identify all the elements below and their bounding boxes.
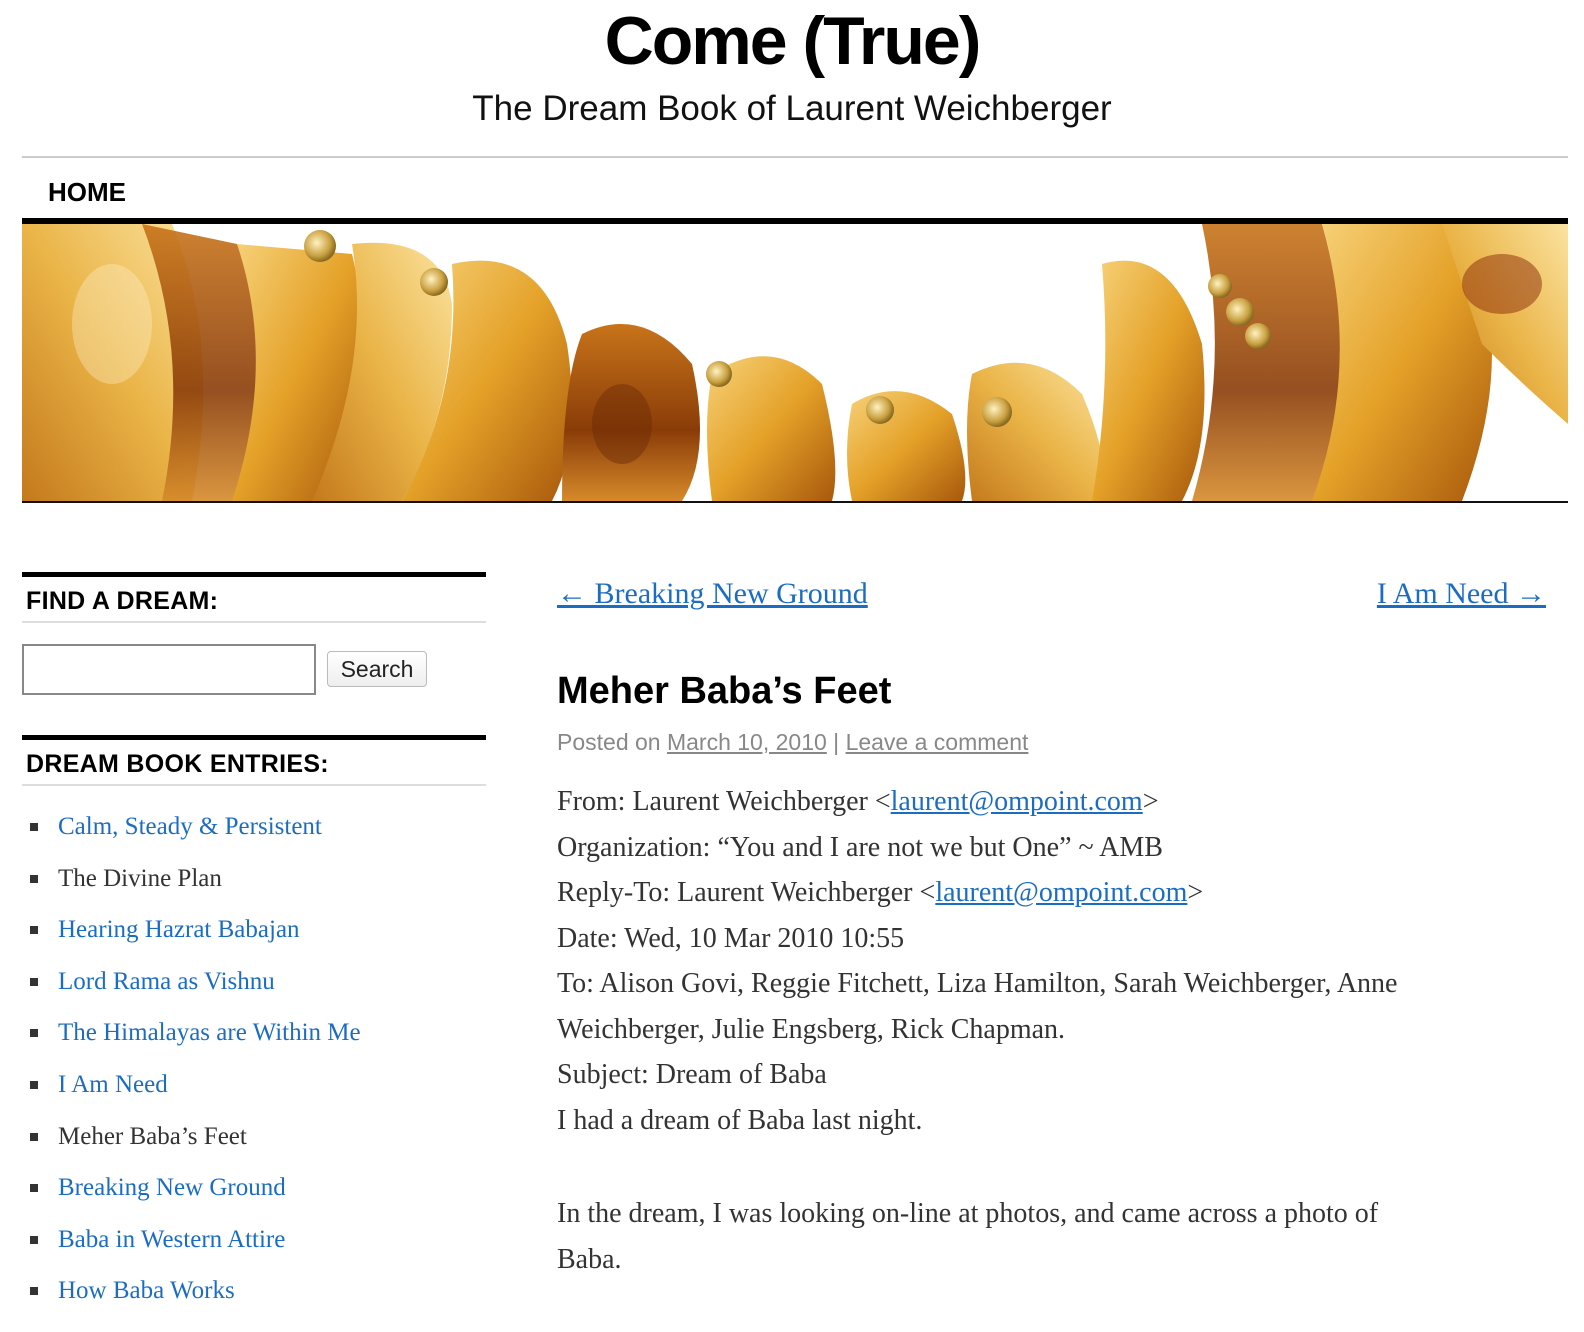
entry-link[interactable]: Breaking New Ground (58, 1174, 286, 1201)
site-title[interactable]: Come (True) (0, 0, 1584, 86)
paragraph-2-line-2: Baba. (557, 1243, 622, 1275)
entry-link[interactable]: Calm, Steady & Persistent (58, 813, 322, 840)
nav-home-link[interactable]: HOME (48, 174, 126, 210)
paragraph-2-line-1: In the dream, I was looking on-line at p… (557, 1198, 1379, 1229)
entry-link[interactable]: The Himalayas are Within Me (58, 1019, 361, 1046)
reply-to-suffix: > (1187, 877, 1204, 908)
meta-separator: | (826, 729, 846, 755)
list-item: Breaking New Ground (22, 1162, 486, 1214)
entry-link[interactable]: Lord Rama as Vishnu (58, 968, 275, 995)
list-item: Hearing Hazrat Babajan (22, 904, 486, 956)
list-item: Lord Rama as Vishnu (22, 956, 486, 1008)
from-suffix: > (1142, 786, 1159, 817)
amber-beads-illustration (22, 224, 1568, 501)
paragraph-1: I had a dream of Baba last night. (557, 1104, 923, 1136)
subject-line: Subject: Dream of Baba (557, 1059, 827, 1090)
bullet-icon (30, 977, 38, 986)
organization-line: Organization: “You and I are not we but … (557, 831, 1163, 863)
header-divider (22, 156, 1568, 158)
search-widget-top-rule (22, 572, 486, 577)
leave-comment-link[interactable]: Leave a comment (846, 729, 1029, 755)
post-date-link[interactable]: March 10, 2010 (667, 729, 827, 755)
post-body: From: Laurent Weichberger <laurent@ompoi… (557, 779, 1487, 1282)
to-line-1: To: Alison Govi, Reggie Fitchett, Liza H… (557, 968, 1398, 999)
banner-image (22, 224, 1568, 503)
bullet-icon (30, 874, 38, 883)
dream-entries-list: Calm, Steady & Persistent The Divine Pla… (22, 801, 486, 1317)
from-line: From: Laurent Weichberger <laurent@ompoi… (557, 779, 1487, 825)
from-text: From: Laurent Weichberger < (557, 786, 891, 817)
bullet-icon (30, 823, 38, 831)
entry-link[interactable]: How Baba Works (58, 1277, 235, 1304)
bullet-icon (30, 926, 38, 935)
post-title: Meher Baba’s Feet (557, 670, 892, 712)
search-widget-rule (22, 621, 486, 623)
bullet-icon (30, 1029, 38, 1038)
next-post-link[interactable]: I Am Need → (1377, 574, 1546, 614)
list-item: Calm, Steady & Persistent (22, 801, 486, 853)
entry-link[interactable]: I Am Need (58, 1071, 168, 1098)
bullet-icon (30, 1287, 38, 1296)
reply-to-text: Reply-To: Laurent Weichberger < (557, 877, 936, 908)
bullet-icon (30, 1235, 38, 1244)
search-input[interactable] (22, 644, 316, 695)
posted-on-label: Posted on (557, 729, 667, 755)
list-item: Baba in Western Attire (22, 1214, 486, 1266)
list-item: How Baba Works (22, 1265, 486, 1317)
entries-widget-title: DREAM BOOK ENTRIES: (26, 750, 329, 778)
entry-link[interactable]: Baba in Western Attire (58, 1226, 285, 1253)
bullet-icon (30, 1184, 38, 1193)
previous-post-link[interactable]: ← Breaking New Ground (557, 574, 868, 614)
list-item: Meher Baba’s Feet (22, 1111, 486, 1163)
entry-current: Meher Baba’s Feet (58, 1122, 247, 1150)
entry-current: The Divine Plan (58, 864, 222, 892)
list-item: The Divine Plan (22, 853, 486, 905)
entry-link[interactable]: Hearing Hazrat Babajan (58, 916, 300, 943)
from-email-link[interactable]: laurent@ompoint.com (891, 786, 1143, 817)
site-description: The Dream Book of Laurent Weichberger (472, 89, 1112, 128)
post-meta: Posted on March 10, 2010 | Leave a comme… (557, 727, 1028, 757)
reply-to-line: Reply-To: Laurent Weichberger <laurent@o… (557, 870, 1487, 916)
search-widget-title: FIND A DREAM: (26, 587, 219, 615)
list-item: The Himalayas are Within Me (22, 1007, 486, 1059)
list-item: I Am Need (22, 1059, 486, 1111)
bullet-icon (30, 1132, 38, 1141)
entries-widget-top-rule (22, 735, 486, 740)
to-line-2: Weichberger, Julie Engsberg, Rick Chapma… (557, 1013, 1066, 1045)
entries-widget-rule (22, 784, 486, 786)
reply-to-email-link[interactable]: laurent@ompoint.com (935, 877, 1187, 908)
bullet-icon (30, 1080, 38, 1089)
search-button[interactable]: Search (327, 651, 427, 687)
date-line: Date: Wed, 10 Mar 2010 10:55 (557, 922, 905, 954)
